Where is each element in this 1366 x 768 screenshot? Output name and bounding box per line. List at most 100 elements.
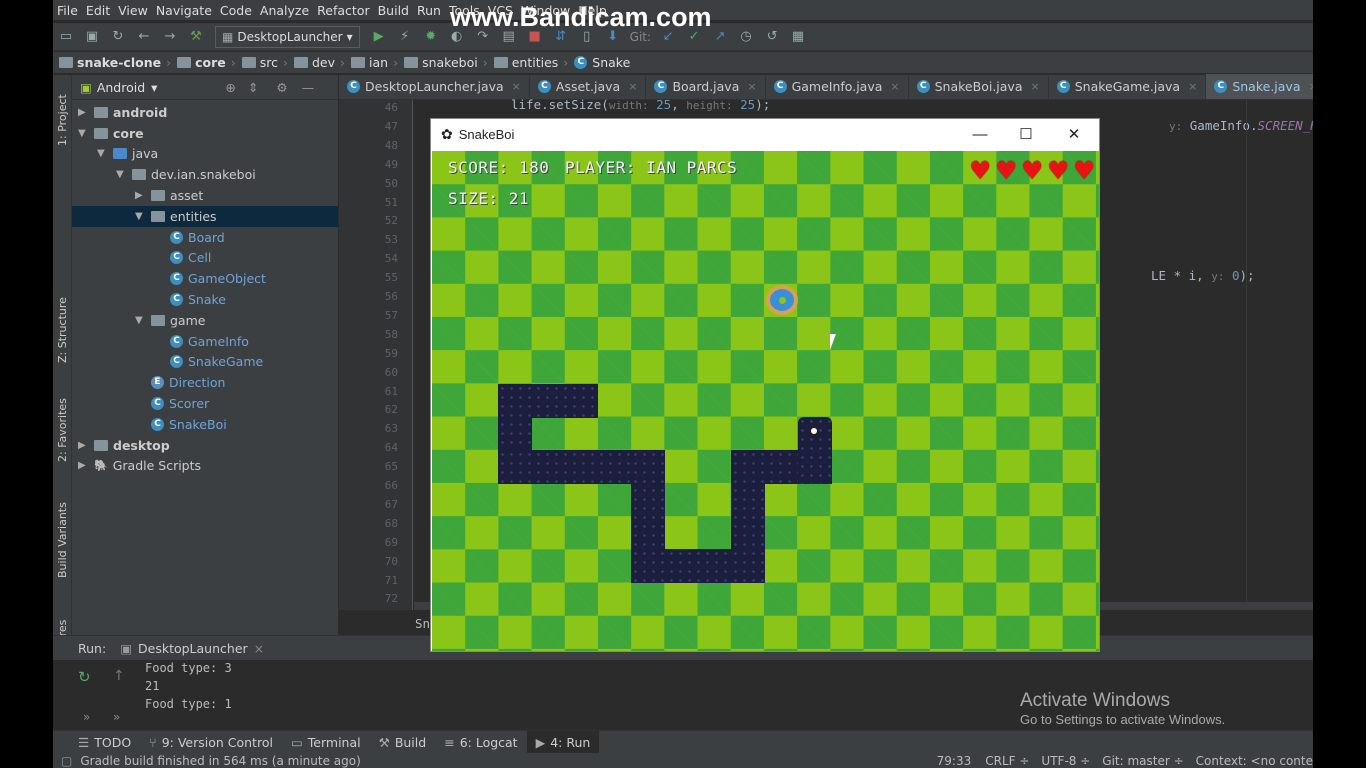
up-arrow-icon[interactable]: ↑ <box>113 668 125 684</box>
code-line[interactable]: LE * i, y: 0); <box>1151 268 1255 283</box>
breadcrumb-item[interactable]: core › <box>171 55 236 70</box>
gear-icon[interactable]: ⚙ <box>276 80 287 95</box>
line-separator[interactable]: CRLF ÷ <box>985 754 1029 768</box>
chevron-down-icon[interactable]: ▼ <box>78 128 90 139</box>
editor-tab[interactable]: C Snake.java × <box>1206 74 1313 99</box>
chevron-down-icon[interactable]: ▼ <box>135 211 147 222</box>
expand-icon[interactable]: » <box>113 710 120 724</box>
tool-window-tab[interactable]: ≡ 6: Logcat <box>435 731 526 754</box>
editor-tab[interactable]: C Board.java × <box>646 74 766 99</box>
editor-tab[interactable]: C SnakeBoi.java × <box>909 74 1049 99</box>
tree-item[interactable]: C SnakeBoi <box>72 414 338 435</box>
project-view-select[interactable]: Android <box>97 80 145 95</box>
chevron-down-icon[interactable]: ▾ <box>151 80 157 95</box>
tree-item[interactable]: C Scorer <box>72 393 338 414</box>
code-line[interactable]: life.setSize(width: 25, height: 25); <box>511 97 770 112</box>
menu-refactor[interactable]: Refactor <box>313 3 373 18</box>
tree-item[interactable]: ▶ android <box>72 102 338 123</box>
expand-icon[interactable]: » <box>83 710 90 724</box>
context[interactable]: Context: <no conte <box>1196 754 1313 768</box>
run-icon[interactable]: ▶ <box>370 29 388 45</box>
game-board[interactable]: SCORE: 180 PLAYER: IAN PARCS SIZE: 21 ♥ ♥… <box>432 151 1099 651</box>
menu-navigate[interactable]: Navigate <box>152 3 216 18</box>
editor-tab[interactable]: C GameInfo.java × <box>766 74 909 99</box>
git-push-icon[interactable]: ↗ <box>711 29 729 45</box>
menu-file[interactable]: File <box>53 3 82 18</box>
menu-analyze[interactable]: Analyze <box>256 3 313 18</box>
breadcrumb-item[interactable]: dev › <box>288 55 345 70</box>
tree-item[interactable]: C SnakeGame <box>72 352 338 373</box>
tree-item[interactable]: ▼ dev.ian.snakeboi <box>72 164 338 185</box>
tree-item[interactable]: C Board <box>72 227 338 248</box>
tab-favorites[interactable]: 2: Favorites <box>54 393 71 468</box>
close-icon[interactable]: × <box>1309 80 1314 93</box>
tool-window-tab[interactable]: ⚒ Build <box>370 731 436 754</box>
tree-item[interactable]: ▶ desktop <box>72 435 338 456</box>
collapse-icon[interactable]: ⇕ <box>248 80 258 95</box>
run-config-select[interactable]: ▦ DesktopLauncher ▾ <box>215 25 360 48</box>
menu-build[interactable]: Build <box>374 3 413 18</box>
tool-window-tab[interactable]: ▭ Terminal <box>282 731 370 754</box>
save-icon[interactable]: ▣ <box>83 29 101 45</box>
breadcrumb-item[interactable]: ian › <box>345 55 398 70</box>
caret-position[interactable]: 79:33 <box>937 754 972 768</box>
tree-item[interactable]: ▼ entities <box>72 205 338 227</box>
tab-project[interactable]: 1: Project <box>54 85 71 155</box>
chevron-down-icon[interactable]: ▼ <box>97 148 109 159</box>
chevron-down-icon[interactable]: ▼ <box>116 169 128 180</box>
revert-icon[interactable]: ↺ <box>763 29 781 45</box>
close-icon[interactable]: × <box>254 641 264 656</box>
breadcrumb-item[interactable]: C Snake <box>574 55 630 70</box>
chevron-right-icon[interactable]: ▶ <box>78 440 90 451</box>
tree-item[interactable]: ▶ 🐘 Gradle Scripts <box>72 456 338 477</box>
tool-window-tab[interactable]: ▶ 4: Run <box>526 730 600 754</box>
tree-item[interactable]: C Cell <box>72 248 338 269</box>
open-folder-icon[interactable]: ▭ <box>57 29 75 45</box>
close-icon[interactable]: × <box>628 80 637 93</box>
menu-run[interactable]: Run <box>413 3 445 18</box>
close-icon[interactable]: × <box>747 80 756 93</box>
tool-window-tab[interactable]: ⑂ 9: Version Control <box>140 731 282 754</box>
debug-icon[interactable]: ✹ <box>422 29 440 45</box>
tab-build-variants[interactable]: Build Variants <box>54 495 71 585</box>
menu-edit[interactable]: Edit <box>82 3 114 18</box>
run-tab[interactable]: DesktopLauncher <box>138 641 248 656</box>
maximize-button[interactable]: ☐ <box>1003 119 1049 150</box>
menu-view[interactable]: View <box>114 3 152 18</box>
back-icon[interactable]: ← <box>135 29 153 45</box>
breadcrumb-item[interactable]: snake-clone › <box>53 55 171 70</box>
tree-item[interactable]: C GameObject <box>72 268 338 289</box>
close-icon[interactable]: × <box>890 80 899 93</box>
tree-item[interactable]: ▼ core <box>72 123 338 144</box>
editor-tab[interactable]: C Asset.java × <box>530 74 647 99</box>
forward-icon[interactable]: → <box>161 29 179 45</box>
tree-item[interactable]: C GameInfo <box>72 331 338 352</box>
close-icon[interactable]: × <box>1031 80 1040 93</box>
tree-item[interactable]: ▼ java <box>72 144 338 165</box>
breadcrumb-item[interactable]: snakeboi › <box>398 55 488 70</box>
chevron-down-icon[interactable]: ▼ <box>135 315 147 326</box>
tab-structure[interactable]: Z: Structure <box>54 290 71 370</box>
breadcrumb-item[interactable]: src › <box>236 55 288 70</box>
hide-icon[interactable]: — <box>302 80 315 95</box>
git-branch[interactable]: Git: master ÷ <box>1102 754 1183 768</box>
tree-item[interactable]: C Snake <box>72 289 338 310</box>
chevron-right-icon[interactable]: ▶ <box>135 190 147 201</box>
editor-tab[interactable]: C DesktopLauncher.java × <box>339 74 530 99</box>
file-encoding[interactable]: UTF-8 ÷ <box>1041 754 1090 768</box>
history-icon[interactable]: ◷ <box>737 29 755 45</box>
chevron-right-icon[interactable]: ▶ <box>78 107 90 118</box>
chevron-right-icon[interactable]: ▶ <box>78 460 90 471</box>
minimize-button[interactable]: — <box>957 119 1003 150</box>
rerun-icon[interactable]: ↻ <box>78 668 91 686</box>
close-button[interactable]: ✕ <box>1051 119 1097 150</box>
menu-code[interactable]: Code <box>216 3 256 18</box>
close-icon[interactable]: × <box>512 80 521 93</box>
code-line[interactable]: y: GameInfo.SCREEN_HEIGH <box>1169 118 1313 133</box>
tree-item[interactable]: ▶ asset <box>72 185 338 206</box>
tree-item[interactable]: E Direction <box>72 372 338 393</box>
game-title-bar[interactable]: ✿ SnakeBoi — ☐ ✕ <box>431 119 1099 150</box>
sync-icon[interactable]: ↻ <box>109 29 127 45</box>
tool-window-tab[interactable]: ☰ TODO <box>69 731 140 754</box>
project-structure-icon[interactable]: ▦ <box>789 29 807 45</box>
